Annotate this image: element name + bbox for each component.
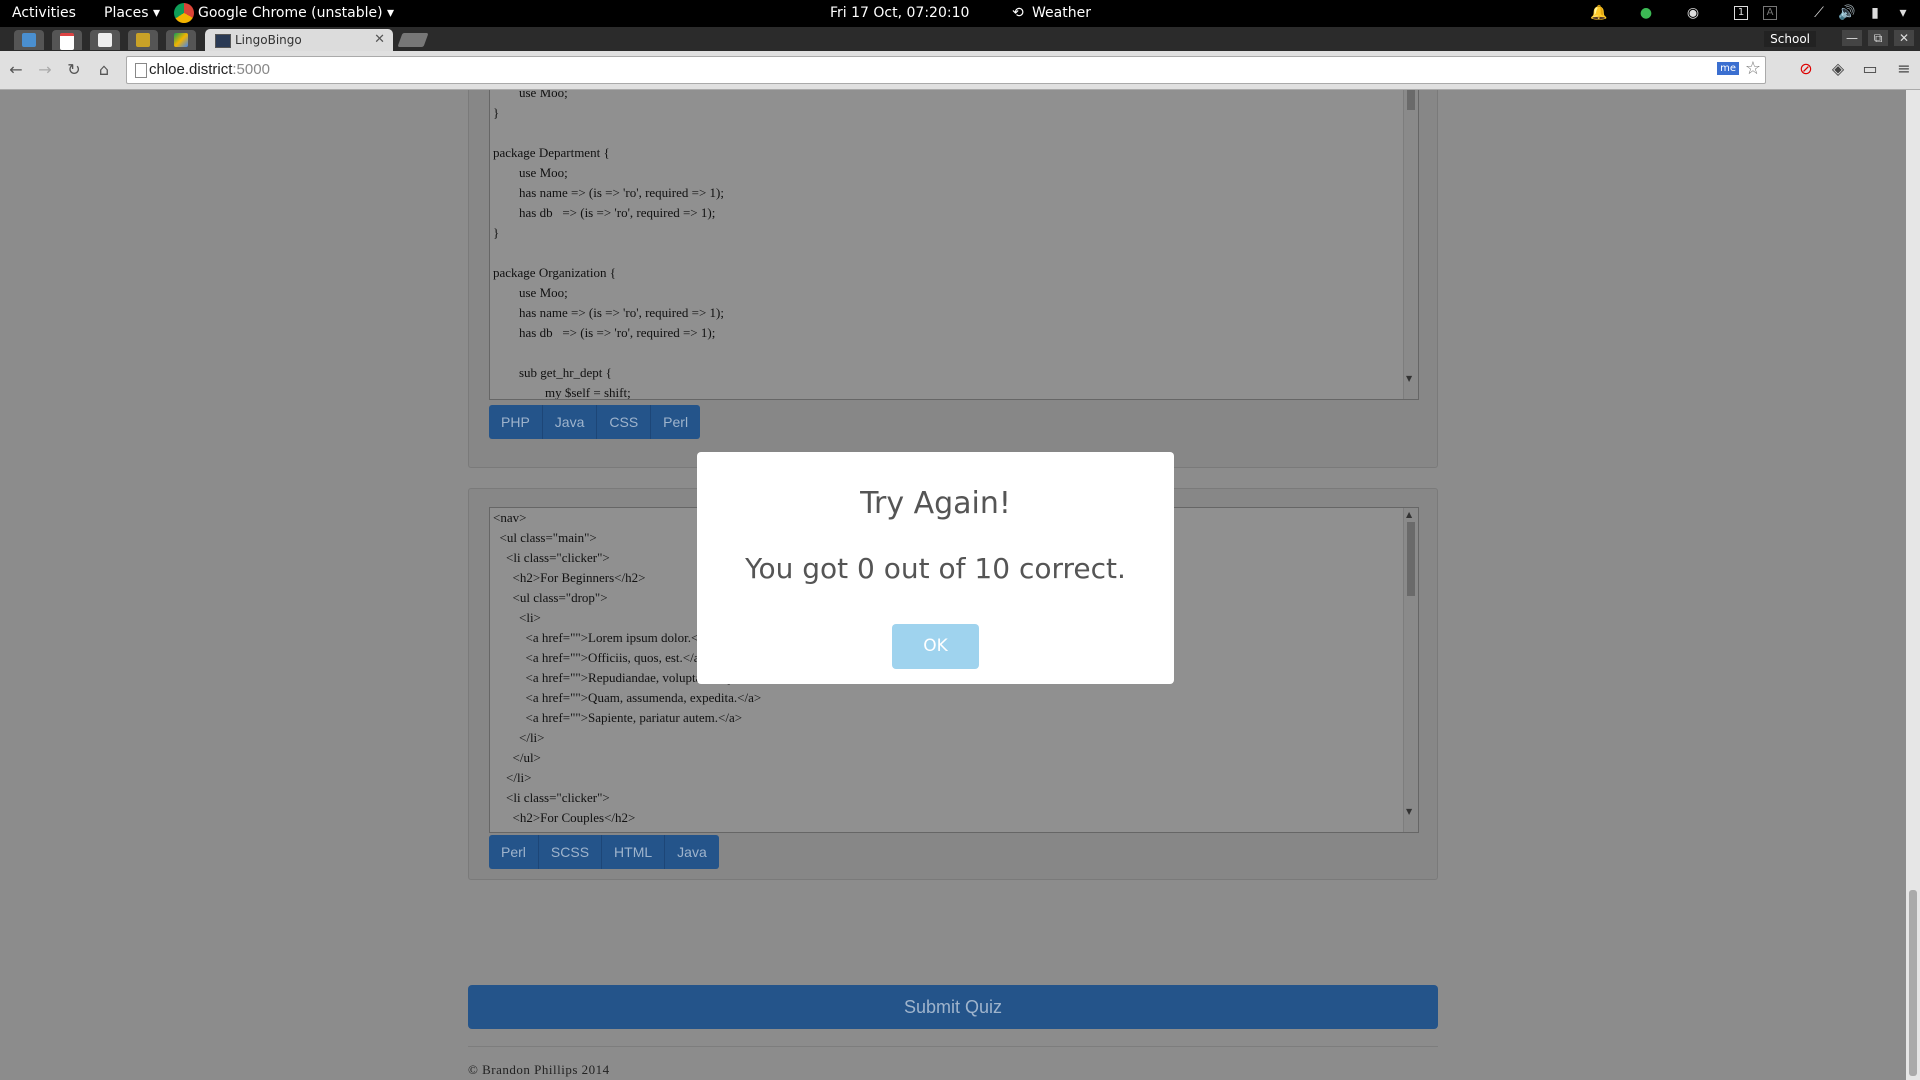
drive-icon <box>174 33 188 47</box>
clock[interactable]: Fri 17 Oct, 07:20:10 <box>830 5 969 21</box>
chrome-menu-icon[interactable]: ≡ <box>1894 59 1914 79</box>
places-menu[interactable]: Places ▾ <box>104 5 160 21</box>
tab-lingobingo[interactable]: LingoBingo ✕ <box>205 29 393 51</box>
modal-title: Try Again! <box>860 486 1011 521</box>
code-scrollbar-2[interactable]: ▲ ▼ <box>1403 508 1418 832</box>
pinned-tab-4[interactable] <box>128 30 158 50</box>
tab-close-icon[interactable]: ✕ <box>374 32 385 47</box>
system-top-bar: Activities Places ▾ Google Chrome (unsta… <box>0 0 1920 27</box>
question-panel-1: use Moo; } package Department { use Moo;… <box>468 90 1438 468</box>
browser-toolbar: ← → ↻ ⌂ chloe.district:5000 me ☆ ⊘ ◈ ▭ ≡ <box>0 51 1920 90</box>
option-java[interactable]: Java <box>665 835 719 869</box>
scroll-down-arrow-icon[interactable]: ▼ <box>1406 374 1412 383</box>
hangouts-icon[interactable]: ● <box>1637 4 1655 22</box>
address-bar[interactable]: chloe.district:5000 me ☆ <box>126 56 1766 84</box>
submit-quiz-button[interactable]: Submit Quiz <box>468 985 1438 1029</box>
pinned-tab-icon <box>22 33 36 47</box>
extension-me-badge[interactable]: me <box>1717 62 1739 75</box>
footer-copyright: © Brandon Phillips 2014 <box>468 1062 610 1077</box>
terminal-favicon-icon <box>215 34 231 48</box>
bookmark-star-icon[interactable]: ☆ <box>1745 58 1761 79</box>
tab-strip: LingoBingo ✕ School — ⧉ ✕ <box>0 27 1920 51</box>
modal-message: You got 0 out of 10 correct. <box>745 552 1126 585</box>
document-icon <box>98 33 112 47</box>
code-textarea-1[interactable]: use Moo; } package Department { use Moo;… <box>489 90 1419 400</box>
option-perl[interactable]: Perl <box>489 835 539 869</box>
scroll-thumb[interactable] <box>1407 90 1415 110</box>
battery-icon[interactable]: ▮ <box>1866 4 1884 22</box>
code-snippet-1: use Moo; } package Department { use Moo;… <box>493 90 724 400</box>
code-scrollbar-1[interactable]: ▼ <box>1403 90 1418 399</box>
volume-icon[interactable]: 🔊 <box>1838 4 1856 22</box>
scroll-up-arrow-icon[interactable]: ▲ <box>1406 510 1412 519</box>
chrome-app-icon <box>174 3 194 23</box>
weather-button[interactable]: Weather <box>1032 5 1091 21</box>
minimize-icon[interactable]: — <box>1842 30 1862 46</box>
shield-icon <box>136 33 150 47</box>
notification-bell-icon[interactable]: 🔔 <box>1590 4 1608 22</box>
url-port: :5000 <box>232 61 270 78</box>
option-java[interactable]: Java <box>542 405 598 439</box>
keyboard-layout-icon[interactable]: A <box>1763 6 1777 20</box>
back-icon[interactable]: ← <box>6 60 26 79</box>
result-modal: Try Again! You got 0 out of 10 correct. … <box>697 452 1174 684</box>
chrome-tray-icon[interactable]: ◉ <box>1684 4 1702 22</box>
tab-title: LingoBingo <box>235 33 302 47</box>
gmail-icon <box>60 33 74 50</box>
footer-divider <box>468 1046 1438 1047</box>
page-icon <box>135 63 147 78</box>
scroll-thumb[interactable] <box>1407 522 1415 596</box>
pinned-tab-docs[interactable] <box>90 30 120 50</box>
language-options-1: PHP Java CSS Perl <box>489 405 701 439</box>
reload-icon[interactable]: ↻ <box>64 60 84 79</box>
cast-icon[interactable]: ▭ <box>1860 59 1880 79</box>
page-scroll-thumb[interactable] <box>1909 890 1917 1076</box>
url-host: chloe.district <box>149 61 233 78</box>
pinned-tab-1[interactable] <box>14 30 44 50</box>
forward-icon[interactable]: → <box>35 60 55 79</box>
option-scss[interactable]: SCSS <box>538 835 603 869</box>
url-text[interactable]: chloe.district:5000 <box>149 61 270 78</box>
option-css[interactable]: CSS <box>597 405 652 439</box>
pinned-tab-drive[interactable] <box>166 30 196 50</box>
option-perl[interactable]: Perl <box>651 405 701 439</box>
close-window-icon[interactable]: ✕ <box>1894 30 1914 46</box>
ok-button[interactable]: OK <box>892 624 979 669</box>
weather-icon: ⟲ <box>1012 5 1024 21</box>
option-php[interactable]: PHP <box>489 405 543 439</box>
network-icon[interactable]: ⟋ <box>1810 4 1828 22</box>
option-html[interactable]: HTML <box>602 835 666 869</box>
new-tab-button[interactable] <box>397 33 429 47</box>
home-icon[interactable]: ⌂ <box>94 60 114 79</box>
restore-icon[interactable]: ⧉ <box>1868 30 1888 46</box>
power-menu-icon[interactable]: ▾ <box>1894 4 1912 22</box>
page-scrollbar[interactable] <box>1906 90 1920 1080</box>
language-options-2: Perl SCSS HTML Java <box>489 835 719 869</box>
shield-extension-icon[interactable]: ◈ <box>1828 59 1848 79</box>
workspace-1-icon[interactable]: 1 <box>1734 6 1748 20</box>
app-menu[interactable]: Google Chrome (unstable) ▾ <box>198 5 394 21</box>
profile-badge[interactable]: School <box>1764 31 1816 47</box>
activities-button[interactable]: Activities <box>12 5 76 21</box>
scroll-down-arrow-icon[interactable]: ▼ <box>1406 807 1412 816</box>
adblock-icon[interactable]: ⊘ <box>1796 59 1816 79</box>
pinned-tab-gmail[interactable] <box>52 30 82 50</box>
